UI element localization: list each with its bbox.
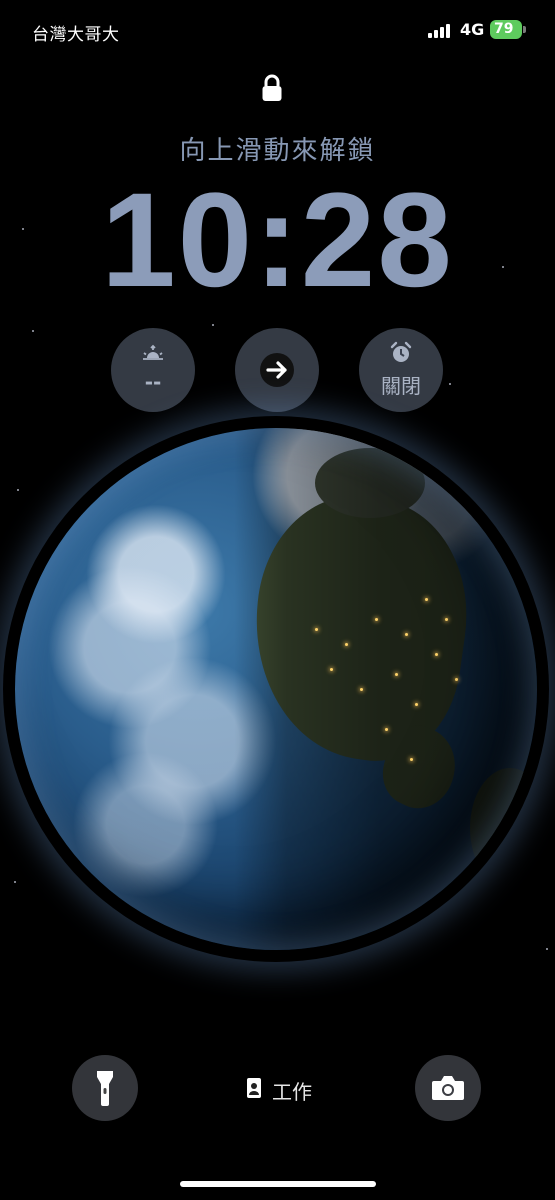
battery-indicator: 79 <box>490 20 522 39</box>
battery-cap <box>523 26 526 33</box>
status-bar: 台灣大哥大 4G 79 <box>0 0 555 64</box>
lock-icon <box>261 74 283 102</box>
earth-wallpaper <box>15 428 537 950</box>
camera-icon <box>432 1076 464 1100</box>
home-indicator[interactable] <box>180 1181 376 1187</box>
id-badge-icon <box>247 1078 261 1098</box>
shortcut-widget[interactable] <box>235 328 319 412</box>
flashlight-icon <box>97 1071 113 1106</box>
battery-level: 79 <box>494 21 514 37</box>
lock-screen-clock: 10:28 <box>101 166 454 315</box>
sunrise-value: -- <box>144 370 162 394</box>
unlock-hint: 向上滑動來解鎖 <box>179 136 376 166</box>
globe-rim-light <box>15 428 537 950</box>
camera-button[interactable] <box>415 1055 481 1121</box>
flashlight-button[interactable] <box>72 1055 138 1121</box>
alarm-clock-icon <box>390 341 412 362</box>
earth-globe <box>15 428 537 950</box>
alarm-status: 關閉 <box>381 374 421 398</box>
arrow-right-icon <box>260 353 294 387</box>
signal-strength-icon <box>428 24 454 38</box>
carrier-name: 台灣大哥大 <box>32 25 120 45</box>
network-type: 4G <box>460 20 485 39</box>
focus-mode-label: 工作 <box>272 1080 312 1104</box>
sunrise-icon <box>143 344 163 360</box>
sunrise-widget[interactable]: -- <box>111 328 195 412</box>
alarm-widget[interactable]: 關閉 <box>359 328 443 412</box>
